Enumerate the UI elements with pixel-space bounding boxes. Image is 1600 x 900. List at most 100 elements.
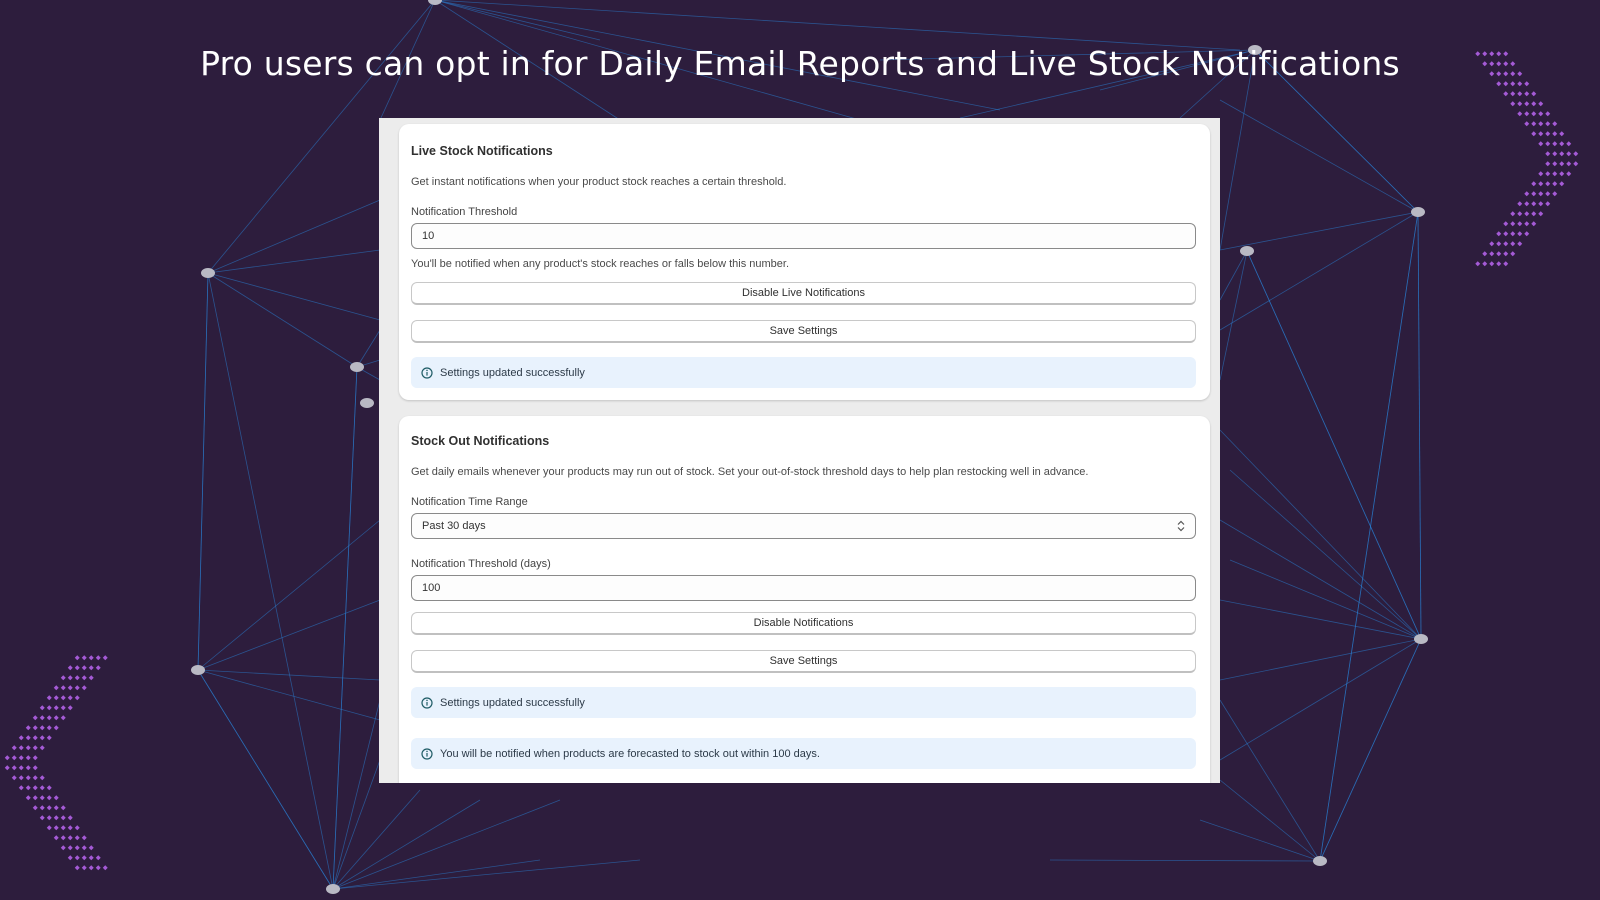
decorative-dot <box>1552 181 1558 187</box>
decorative-dot <box>1524 111 1530 117</box>
success-message-2: Settings updated successfully <box>440 696 585 709</box>
network-line <box>332 859 541 890</box>
decorative-dot <box>39 705 45 711</box>
decorative-dot <box>81 675 87 681</box>
decorative-dot <box>81 845 87 851</box>
network-line <box>1417 211 1422 640</box>
decorative-dot <box>1552 131 1558 137</box>
network-line <box>332 799 481 890</box>
decorative-dot <box>1545 181 1551 187</box>
decorative-dot <box>4 765 10 771</box>
decorative-dot <box>95 855 101 861</box>
network-line <box>197 519 381 671</box>
decorative-dot <box>67 835 73 841</box>
decorative-dot <box>1531 111 1537 117</box>
decorative-dot <box>25 745 31 751</box>
decorative-dot <box>1559 171 1565 177</box>
decorative-dot <box>1531 221 1537 227</box>
network-line <box>197 669 381 721</box>
decorative-dot <box>1531 131 1537 137</box>
info-circle-icon <box>421 747 433 760</box>
decorative-dot <box>1503 251 1509 257</box>
network-line <box>1229 559 1422 640</box>
decorative-dot <box>11 775 17 781</box>
network-line <box>1246 250 1422 640</box>
decorative-dot <box>1538 141 1544 147</box>
decorative-dot <box>53 725 59 731</box>
decorative-dot <box>67 665 73 671</box>
network-node <box>326 884 340 894</box>
decorative-dot <box>67 675 73 681</box>
decorative-dot <box>95 865 101 871</box>
decorative-dot <box>74 855 80 861</box>
decorative-dot <box>1517 201 1523 207</box>
decorative-dot <box>1489 251 1495 257</box>
decorative-dot <box>74 685 80 691</box>
decorative-dot <box>1552 191 1558 197</box>
decorative-dot <box>60 845 66 851</box>
decorative-dot <box>32 715 38 721</box>
decorative-dot <box>32 755 38 761</box>
decorative-dot <box>53 715 59 721</box>
decorative-dot <box>81 855 87 861</box>
network-node <box>360 398 374 408</box>
decorative-dot <box>88 655 94 661</box>
network-node <box>1313 856 1327 866</box>
decorative-dot <box>1524 101 1530 107</box>
decorative-dot <box>1517 91 1523 97</box>
days-threshold-label: Notification Threshold (days) <box>411 558 551 570</box>
decorative-dot <box>53 695 59 701</box>
decorative-dot <box>1524 121 1530 127</box>
days-threshold-input[interactable] <box>411 575 1196 601</box>
live-stock-card: Live Stock Notifications Get instant not… <box>399 124 1210 400</box>
decorative-dot <box>1517 101 1523 107</box>
decorative-dot <box>18 735 24 741</box>
decorative-dot <box>1510 251 1516 257</box>
decorative-dot <box>67 705 73 711</box>
decorative-dot <box>25 725 31 731</box>
decorative-dot <box>1496 261 1502 267</box>
disable-live-notifications-button[interactable]: Disable Live Notifications <box>411 282 1196 305</box>
page-headline: Pro users can opt in for Daily Email Rep… <box>200 44 1400 83</box>
network-node <box>1240 246 1254 256</box>
decorative-dot <box>102 865 108 871</box>
decorative-dot <box>60 815 66 821</box>
decorative-dot <box>1531 91 1537 97</box>
live-stock-title: Live Stock Notifications <box>411 144 553 158</box>
decorative-dot <box>60 715 66 721</box>
decorative-dot <box>1531 101 1537 107</box>
decorative-dot <box>88 855 94 861</box>
decorative-dot <box>46 785 52 791</box>
success-message: Settings updated successfully <box>440 366 585 379</box>
decorative-dot <box>1545 171 1551 177</box>
network-line <box>197 272 209 671</box>
disable-notifications-button[interactable]: Disable Notifications <box>411 612 1196 635</box>
save-settings-button[interactable]: Save Settings <box>411 320 1196 343</box>
decorative-dot <box>18 785 24 791</box>
decorative-dot <box>74 835 80 841</box>
decorative-dot <box>1524 221 1530 227</box>
decorative-dot <box>25 785 31 791</box>
decorative-dot <box>4 755 10 761</box>
network-node <box>201 268 215 278</box>
decorative-dot <box>1517 221 1523 227</box>
network-line <box>1219 211 1419 331</box>
decorative-dot <box>25 735 31 741</box>
decorative-dot <box>74 865 80 871</box>
decorative-dot <box>11 765 17 771</box>
decorative-dot <box>39 805 45 811</box>
network-node <box>350 362 364 372</box>
decorative-dot <box>60 835 66 841</box>
decorative-dot <box>32 735 38 741</box>
network-line <box>207 272 358 368</box>
time-range-select[interactable]: Past 30 days <box>411 513 1196 539</box>
decorative-dot <box>53 805 59 811</box>
threshold-input[interactable] <box>411 223 1196 249</box>
decorative-dot <box>1552 171 1558 177</box>
decorative-dot <box>1489 261 1495 267</box>
save-settings-button-2[interactable]: Save Settings <box>411 650 1196 673</box>
decorative-dot <box>32 765 38 771</box>
network-line <box>1319 638 1422 862</box>
decorative-dot <box>1538 201 1544 207</box>
live-stock-description: Get instant notifications when your prod… <box>411 176 787 188</box>
